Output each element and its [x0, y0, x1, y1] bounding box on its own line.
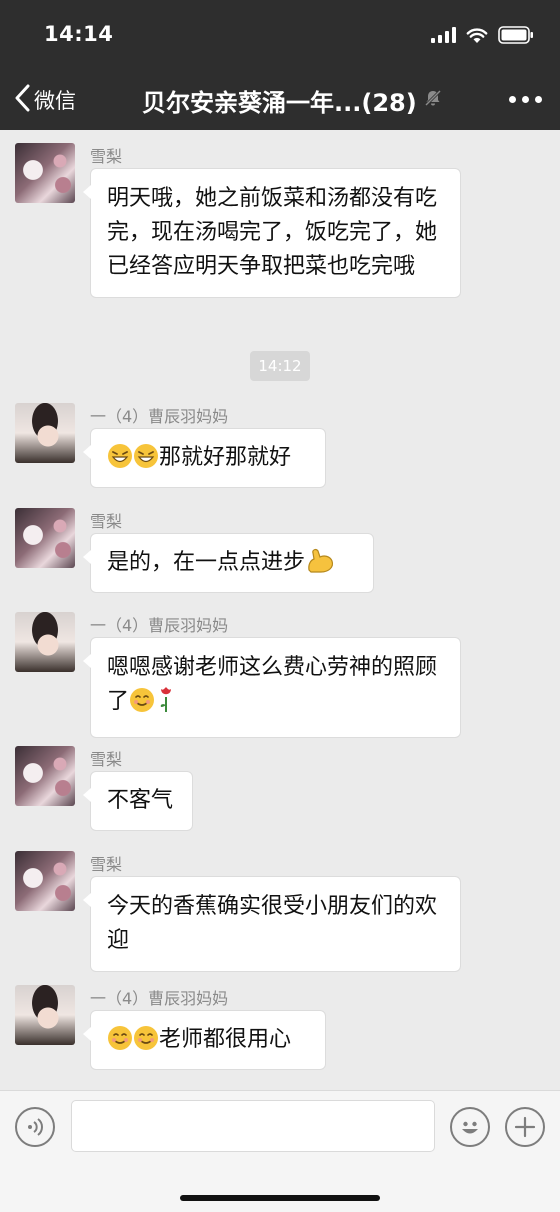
signal-icon: [431, 27, 456, 43]
voice-icon[interactable]: [15, 1107, 55, 1147]
smile-emoji: [133, 1025, 159, 1062]
more-dots-icon[interactable]: [509, 87, 542, 111]
rose-emoji: [155, 685, 177, 724]
status-time: 14:14: [44, 22, 114, 46]
sender-name: 一（4）曹辰羽妈妈: [90, 616, 229, 635]
message-text: 不客气: [107, 788, 174, 813]
chat-area[interactable]: 雪梨 明天哦，她之前饭菜和汤都没有吃完，现在汤喝完了，饭吃完了，她已经答应明天争…: [0, 130, 560, 1090]
avatar[interactable]: [15, 403, 75, 463]
input-bar: [0, 1090, 560, 1212]
smile-emoji: [129, 687, 155, 724]
message-bubble[interactable]: 明天哦，她之前饭菜和汤都没有吃完，现在汤喝完了，饭吃完了，她已经答应明天争取把菜…: [83, 168, 461, 298]
message-text: 今天的香蕉确实很受小朋友们的欢迎: [107, 894, 438, 953]
avatar[interactable]: [15, 612, 75, 672]
message-bubble[interactable]: 是的，在一点点进步: [83, 533, 374, 593]
back-label: 微信: [34, 89, 76, 113]
sender-name: 雪梨: [90, 147, 123, 166]
grin-emoji: [107, 443, 133, 480]
message-text: 那就好那就好: [159, 445, 292, 470]
message-input[interactable]: [71, 1100, 435, 1152]
sender-name: 一（4）曹辰羽妈妈: [90, 989, 229, 1008]
message-bubble[interactable]: 嗯嗯感谢老师这么费心劳神的照顾了: [83, 637, 461, 738]
flexed-biceps-emoji: [305, 546, 335, 585]
smile-emoji: [107, 1025, 133, 1062]
sender-name: 雪梨: [90, 855, 123, 874]
sender-name: 一（4）曹辰羽妈妈: [90, 407, 229, 426]
chat-title-area: 贝尔安亲葵涌一年...(28): [142, 82, 443, 118]
message-bubble[interactable]: 老师都很用心: [83, 1010, 326, 1070]
timestamp: 14:12: [250, 351, 310, 381]
header: 14:14 微信 贝尔安亲葵涌一年...(28): [0, 0, 560, 130]
message-bubble[interactable]: 那就好那就好: [83, 428, 326, 488]
grin-emoji: [133, 443, 159, 480]
battery-icon: [498, 26, 534, 44]
sender-name: 雪梨: [90, 512, 123, 531]
status-bar: 14:14: [0, 0, 560, 70]
bell-muted-icon: [423, 88, 443, 112]
message-text: 明天哦，她之前饭菜和汤都没有吃完，现在汤喝完了，饭吃完了，她已经答应明天争取把菜…: [107, 186, 438, 279]
emoji-face-icon[interactable]: [450, 1107, 490, 1147]
wifi-icon: [466, 27, 488, 44]
message-bubble[interactable]: 不客气: [83, 771, 193, 831]
message-text: 是的，在一点点进步: [107, 550, 306, 575]
avatar[interactable]: [15, 985, 75, 1045]
avatar[interactable]: [15, 508, 75, 568]
message-bubble[interactable]: 今天的香蕉确实很受小朋友们的欢迎: [83, 876, 461, 972]
nav-bar: 微信 贝尔安亲葵涌一年...(28): [0, 70, 560, 130]
avatar[interactable]: [15, 746, 75, 806]
sender-name: 雪梨: [90, 750, 123, 769]
avatar[interactable]: [15, 143, 75, 203]
home-indicator: [180, 1195, 380, 1201]
avatar[interactable]: [15, 851, 75, 911]
message-text: 老师都很用心: [159, 1027, 292, 1052]
chevron-left-icon: [14, 84, 30, 116]
back-button[interactable]: 微信: [14, 82, 76, 118]
status-icons: [431, 24, 534, 46]
plus-icon[interactable]: [505, 1107, 545, 1147]
chat-title: 贝尔安亲葵涌一年...(28): [142, 88, 417, 117]
